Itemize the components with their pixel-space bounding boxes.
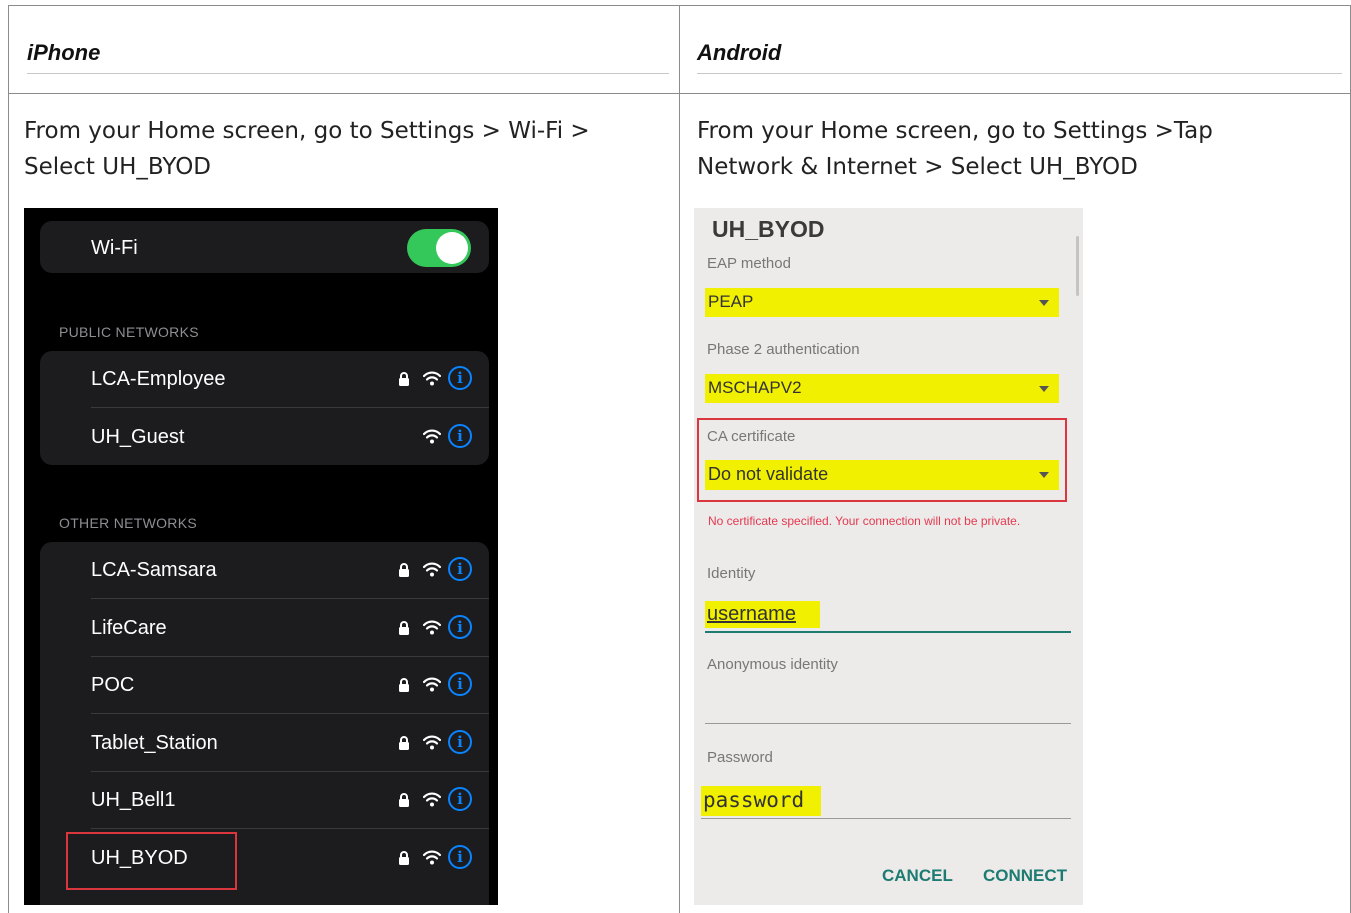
chevron-down-icon (1039, 386, 1049, 392)
info-icon[interactable]: i (448, 557, 472, 581)
wifi-signal-icon (422, 735, 442, 750)
iphone-instructions: From your Home screen, go to Settings > … (24, 113, 590, 185)
wifi-toggle[interactable] (407, 229, 471, 267)
highlight-box-ca-certificate (697, 418, 1067, 502)
public-networks-group: LCA-Employee i UH_Guest i (40, 351, 489, 465)
identity-input[interactable]: username (707, 603, 796, 626)
network-row[interactable]: UH_Guest i (40, 409, 489, 466)
lock-icon (398, 850, 410, 866)
network-name: UH_Guest (91, 425, 185, 448)
wifi-signal-icon (422, 677, 442, 692)
connect-button[interactable]: CONNECT (983, 866, 1067, 886)
wifi-signal-icon (422, 792, 442, 807)
network-row[interactable]: POC i (40, 657, 489, 714)
network-row[interactable]: Tablet_Station i (40, 715, 489, 772)
column-divider (679, 5, 680, 913)
info-icon[interactable]: i (448, 672, 472, 696)
android-instructions: From your Home screen, go to Settings >T… (697, 113, 1213, 185)
info-icon[interactable]: i (448, 423, 472, 448)
anonymous-identity-label: Anonymous identity (707, 656, 838, 673)
network-name: LCA-Samsara (91, 559, 217, 581)
identity-underline (705, 631, 1071, 633)
heading-underline (27, 73, 669, 74)
column-heading-iphone: iPhone (27, 40, 101, 65)
instruction-line: From your Home screen, go to Settings >T… (697, 118, 1213, 144)
network-name: Tablet_Station (91, 731, 218, 754)
network-name: LCA-Employee (91, 368, 226, 390)
info-icon[interactable]: i (448, 787, 472, 811)
scrollbar[interactable] (1076, 236, 1079, 296)
eap-method-dropdown[interactable]: PEAP (705, 288, 1059, 317)
network-row[interactable]: LCA-Employee i (40, 351, 489, 408)
lock-icon (398, 735, 410, 751)
lock-icon (398, 371, 410, 387)
wifi-signal-icon (422, 620, 442, 635)
heading-underline (697, 73, 1342, 74)
phase2-label: Phase 2 authentication (707, 341, 860, 358)
info-icon[interactable]: i (448, 366, 472, 390)
wifi-signal-icon (422, 429, 442, 444)
lock-icon (398, 792, 410, 808)
eap-method-label: EAP method (707, 255, 791, 272)
network-name: LifeCare (91, 616, 167, 639)
lock-icon (398, 562, 410, 578)
wifi-signal-icon (422, 371, 442, 386)
lock-icon (398, 677, 410, 693)
public-networks-header: PUBLIC NETWORKS (59, 324, 199, 340)
password-label: Password (707, 749, 773, 766)
identity-label: Identity (707, 565, 756, 582)
network-title: UH_BYOD (712, 216, 825, 242)
wifi-label: Wi-Fi (91, 237, 138, 259)
network-name: POC (91, 674, 135, 696)
lock-icon (398, 620, 410, 636)
toggle-knob (436, 232, 468, 264)
certificate-warning: No certificate specified. Your connectio… (708, 514, 1021, 528)
info-icon[interactable]: i (448, 844, 472, 869)
highlight-box-uh-byod (66, 832, 237, 890)
wifi-signal-icon (422, 562, 442, 577)
phase2-value: MSCHAPV2 (708, 378, 802, 397)
column-heading-android: Android (697, 40, 782, 65)
info-icon[interactable]: i (448, 614, 472, 639)
network-row[interactable]: UH_Bell1 i (40, 772, 489, 829)
iphone-wifi-screenshot: Wi-Fi PUBLIC NETWORKS LCA-Employee i UH_Gu… (24, 208, 498, 905)
password-input[interactable]: password (703, 788, 804, 812)
network-row[interactable]: LifeCare i (40, 600, 489, 657)
instruction-line: From your Home screen, go to Settings > … (24, 118, 590, 144)
eap-method-value: PEAP (708, 292, 754, 311)
anonymous-identity-underline (705, 723, 1071, 724)
network-row[interactable]: LCA-Samsara i (40, 542, 489, 599)
other-networks-header: OTHER NETWORKS (59, 515, 197, 531)
cancel-button[interactable]: CANCEL (882, 866, 953, 886)
chevron-down-icon (1039, 300, 1049, 306)
instruction-line: Network & Internet > Select UH_BYOD (697, 154, 1138, 180)
instruction-line: Select UH_BYOD (24, 154, 212, 180)
header-row-divider (8, 93, 1351, 94)
network-name: UH_Bell1 (91, 789, 176, 811)
wifi-signal-icon (422, 850, 442, 865)
password-underline (701, 818, 1071, 819)
info-icon[interactable]: i (448, 729, 472, 754)
phase2-dropdown[interactable]: MSCHAPV2 (705, 374, 1059, 403)
android-wifi-dialog-screenshot: UH_BYOD EAP method PEAP Phase 2 authenti… (694, 208, 1083, 905)
